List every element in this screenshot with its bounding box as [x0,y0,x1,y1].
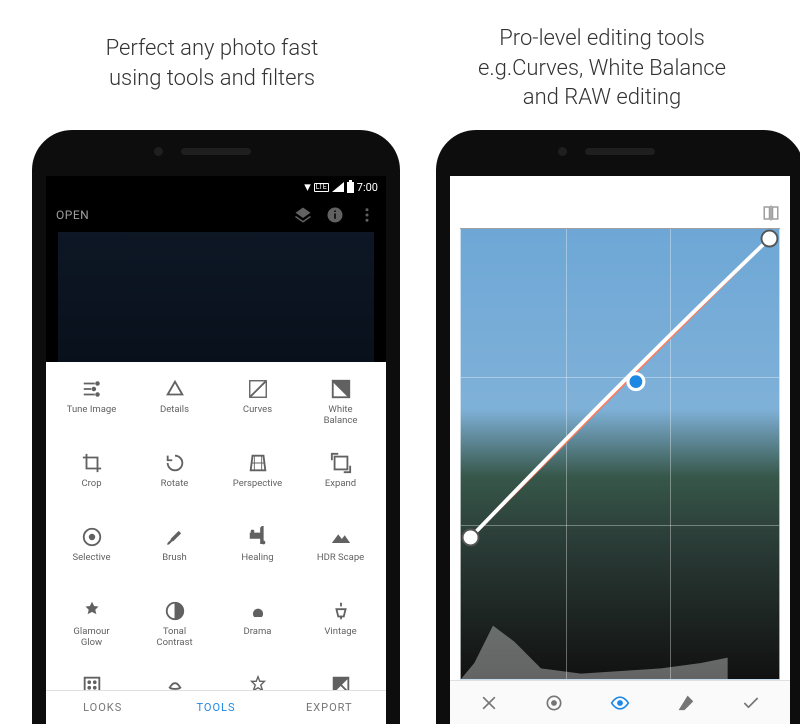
tool-label: Selective [73,553,111,564]
tab-looks[interactable]: LOOKS [46,691,159,724]
expand-icon [330,452,352,474]
tool-glamour-glow[interactable]: GlamourGlow [50,592,133,666]
tool-retrolux[interactable] [133,666,216,690]
tool-expand[interactable]: Expand [299,444,382,518]
editor-topbar: OPEN [46,198,386,232]
rotate-icon [164,452,186,474]
tool-label: Vintage [324,627,356,638]
tool-label: Details [160,405,189,416]
battery-icon [751,182,758,193]
grunge-icon [247,674,269,690]
tool-vintage[interactable]: Vintage [299,592,382,666]
curve-handle-shadow[interactable] [463,530,479,546]
wifi-icon: ▾ [708,181,715,194]
perspective-icon [247,452,269,474]
tool-perspective[interactable]: Perspective [216,444,299,518]
channel-preview[interactable] [603,686,637,720]
brush-icon [164,526,186,548]
tool-grunge[interactable] [216,666,299,690]
info-icon[interactable] [326,206,344,224]
cancel-button[interactable] [472,686,506,720]
phone-frame-right: ▾ LTE 7:00 [436,130,800,724]
compare-icon[interactable] [762,204,780,222]
bottom-tabs: LOOKS TOOLS EXPORT [46,690,386,724]
clock: 7:00 [761,181,782,194]
curve-handle-highlight[interactable] [762,231,778,247]
histogram-overlay [461,599,728,679]
caption-left: Perfect any photo fastusing tools and fi… [62,34,362,93]
curve-handle-mid[interactable] [628,374,644,390]
tool-tonal-contrast[interactable]: TonalContrast [133,592,216,666]
tool-rotate[interactable]: Rotate [133,444,216,518]
bw-icon [330,674,352,690]
screen-tools: OPEN ▾ LTE 7:00 Tune Image Details Curves W… [46,176,386,724]
tab-tools[interactable]: TOOLS [159,691,272,724]
curves-icon [247,378,269,400]
tool-label: Rotate [161,479,189,490]
channel-luminance[interactable] [537,686,571,720]
tool-white-balance[interactable]: WhiteBalance [299,370,382,444]
wifi-icon: ▾ [304,181,311,194]
crop-icon [81,452,103,474]
curves-overlay[interactable] [461,229,779,547]
tool-grainy-film[interactable] [50,666,133,690]
curves-topbar [450,198,790,228]
tool-hdr-scape[interactable]: HDR Scape [299,518,382,592]
tool-label: Brush [162,553,187,564]
open-button[interactable]: OPEN [56,208,89,222]
tool-label: HDR Scape [317,553,364,564]
tool-label: Perspective [233,479,282,490]
healing-icon [247,526,269,548]
clock: 7:00 [357,181,378,194]
white-balance-icon [330,378,352,400]
grainy-film-icon [81,674,103,690]
tool-label: WhiteBalance [324,405,358,427]
tools-grid: Tune Image Details Curves WhiteBalance Crop R… [46,362,386,690]
overflow-menu-icon[interactable] [358,206,376,224]
curves-toolbar [450,680,790,724]
tool-brush[interactable]: Brush [133,518,216,592]
drama-icon [247,600,269,622]
selective-icon [81,526,103,548]
curves-photo-canvas[interactable] [460,228,780,680]
glamour-glow-icon [81,600,103,622]
tool-drama[interactable]: Drama [216,592,299,666]
tonal-contrast-icon [164,600,186,622]
caption-right: Pro-level editing toolse.g.Curves, White… [442,24,762,113]
apply-button[interactable] [734,686,768,720]
hdr-scape-icon [330,526,352,548]
tool-healing[interactable]: Healing [216,518,299,592]
network-badge: LTE [718,183,733,192]
status-bar: ▾ LTE 7:00 [46,176,386,198]
tool-selective[interactable]: Selective [50,518,133,592]
channel-picker[interactable] [669,686,703,720]
details-icon [164,378,186,400]
vintage-icon [330,600,352,622]
retrolux-icon [164,674,186,690]
tool-label: Expand [325,479,356,490]
tool-details[interactable]: Details [133,370,216,444]
battery-icon [347,182,354,193]
tool-curves[interactable]: Curves [216,370,299,444]
tools-sheet: Tune Image Details Curves WhiteBalance Crop R… [46,362,386,690]
tool-label: Crop [81,479,101,490]
signal-icon [332,182,344,192]
layers-icon[interactable] [294,206,312,224]
tab-export[interactable]: EXPORT [273,691,386,724]
screen-curves: ▾ LTE 7:00 [450,176,790,724]
tool-label: Curves [243,405,272,416]
tool-crop[interactable]: Crop [50,444,133,518]
tool-bw[interactable] [299,666,382,690]
tool-tune-image[interactable]: Tune Image [50,370,133,444]
status-bar: ▾ LTE 7:00 [450,176,790,198]
phone-frame-left: OPEN ▾ LTE 7:00 Tune Image Details Curves W… [32,130,400,724]
tool-label: GlamourGlow [73,627,109,649]
tool-label: TonalContrast [156,627,192,649]
tool-label: Healing [241,553,273,564]
signal-icon [736,182,748,192]
tune-image-icon [81,378,103,400]
tool-label: Tune Image [67,405,117,416]
tool-label: Drama [244,627,272,638]
network-badge: LTE [314,183,329,192]
